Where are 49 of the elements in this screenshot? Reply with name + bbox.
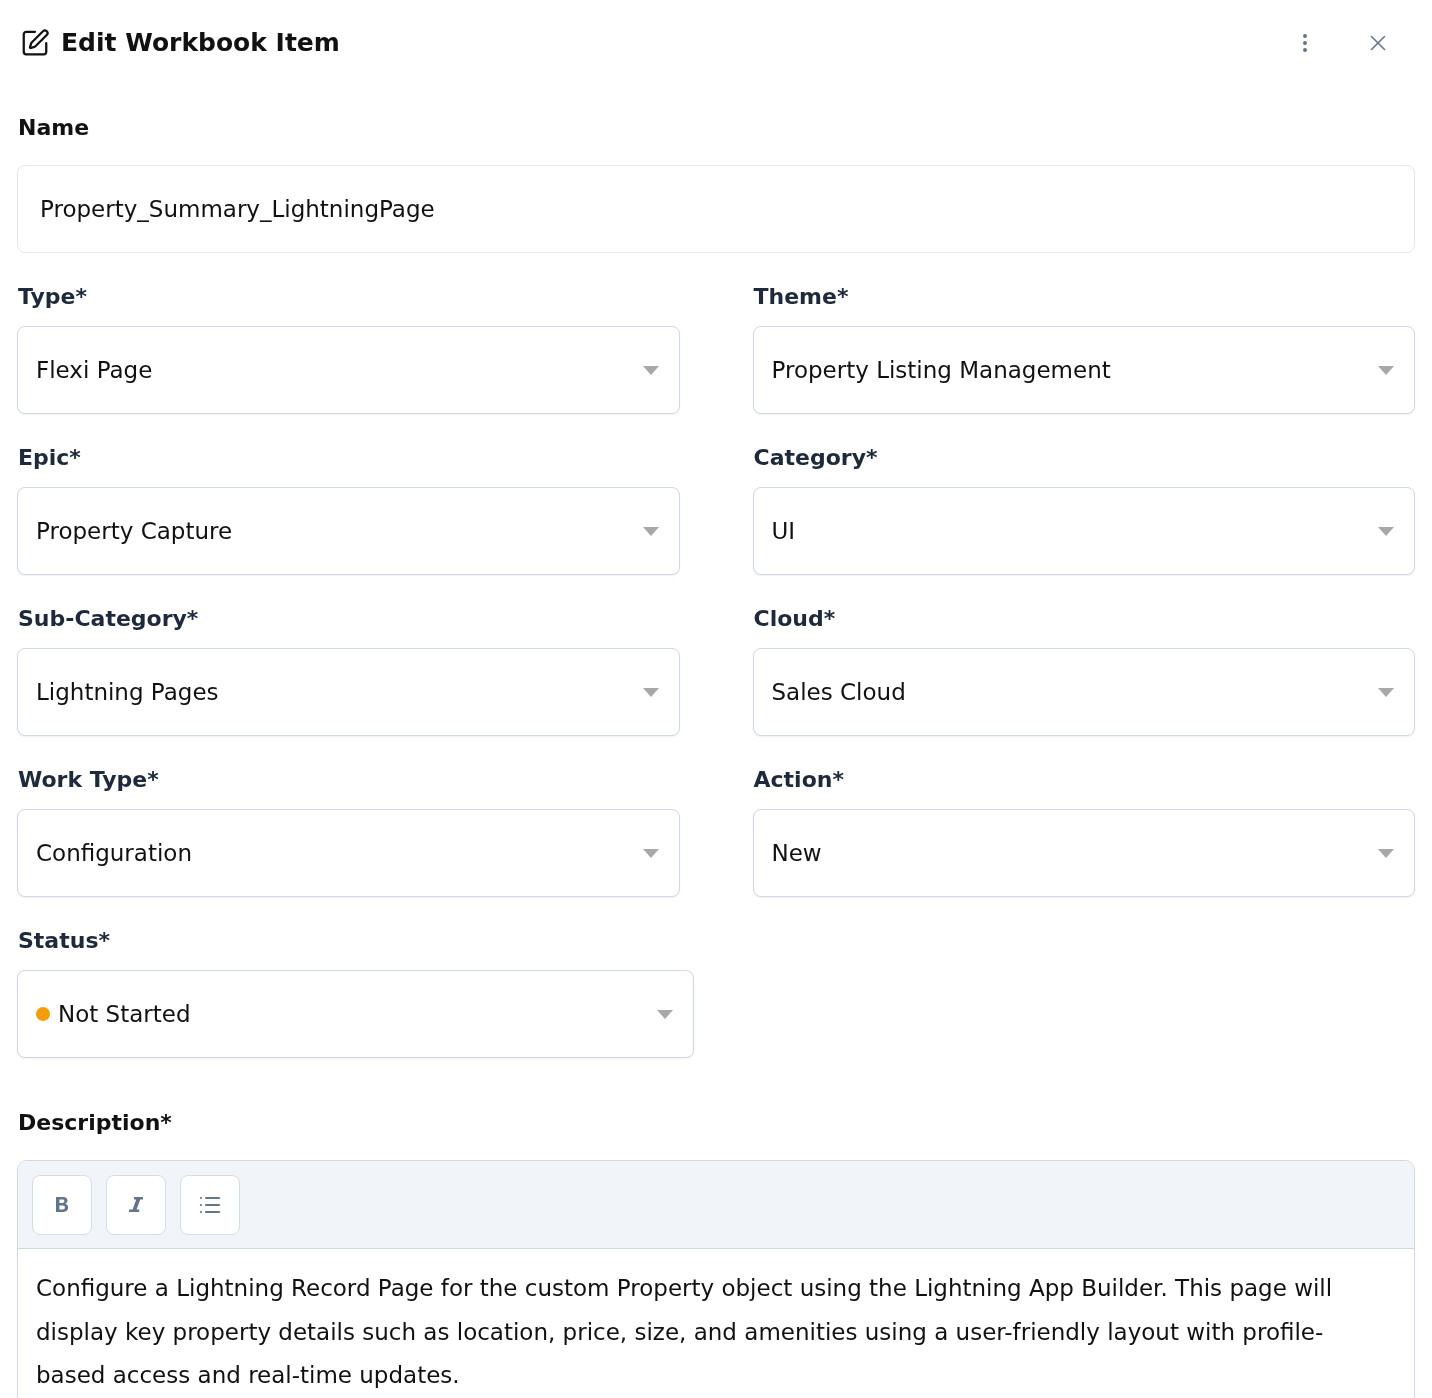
more-options-icon [1303, 34, 1307, 52]
name-input[interactable]: Property_Summary_LightningPage [17, 165, 1415, 253]
italic-icon [129, 1196, 143, 1213]
caret-icon [642, 365, 659, 375]
caret-icon [642, 687, 659, 697]
caret-icon [642, 526, 659, 536]
field-label: Action* [752, 766, 844, 794]
field-label: Status* [17, 927, 110, 955]
caret-icon [1378, 526, 1394, 536]
select-field[interactable]: Configuration [17, 809, 680, 897]
caret-icon [1378, 365, 1394, 375]
select-value: Flexi Page [36, 356, 153, 385]
caret-icon [1378, 687, 1394, 697]
input-value: Property_Summary_LightningPage [40, 195, 435, 224]
select-value: UI [771, 517, 796, 546]
select-field[interactable]: Flexi Page [17, 326, 680, 414]
field-label: Name [17, 114, 90, 142]
select-field[interactable]: New [752, 809, 1415, 897]
italic-button[interactable] [106, 1174, 166, 1235]
select-field[interactable]: Sales Cloud [752, 648, 1415, 736]
field-label: Category* [752, 444, 878, 472]
field-label: Sub-Category* [17, 605, 199, 633]
select-field[interactable]: UI [752, 487, 1415, 575]
field-label: Epic* [17, 444, 81, 472]
select-field[interactable]: Not Started [17, 970, 694, 1058]
select-value: Not Started [58, 1000, 191, 1029]
description-text[interactable]: Configure a Lightning Record Page for the custom Property object using the Lightning App Builder. This page will display key property details such as location, price, size, and amenities using a user-friendly layout with profile-based access and real-time updates. [36, 1267, 1384, 1398]
select-value: New [771, 839, 822, 868]
field-label: Work Type* [17, 766, 159, 794]
select-field[interactable]: Lightning Pages [17, 648, 680, 736]
edit-icon [20, 28, 50, 58]
bold-button[interactable] [32, 1174, 92, 1235]
field-label: Type* [17, 283, 87, 311]
caret-icon [657, 1009, 673, 1019]
select-field[interactable]: Property Listing Management [752, 326, 1415, 414]
select-value: Property Listing Management [771, 356, 1111, 385]
field-label: Theme* [752, 283, 849, 311]
select-field[interactable]: Property Capture [17, 487, 680, 575]
dialog-title: Edit Workbook Item [61, 27, 340, 59]
bold-icon [55, 1196, 69, 1213]
select-value: Property Capture [36, 517, 233, 546]
field-label: Cloud* [752, 605, 836, 633]
select-value: Configuration [36, 839, 192, 868]
bullet-list-button[interactable] [180, 1174, 240, 1235]
select-value: Lightning Pages [36, 678, 219, 707]
caret-icon [1378, 848, 1394, 858]
select-value: Sales Cloud [771, 678, 906, 707]
field-label: Description* [17, 1109, 172, 1137]
caret-icon [642, 848, 659, 858]
